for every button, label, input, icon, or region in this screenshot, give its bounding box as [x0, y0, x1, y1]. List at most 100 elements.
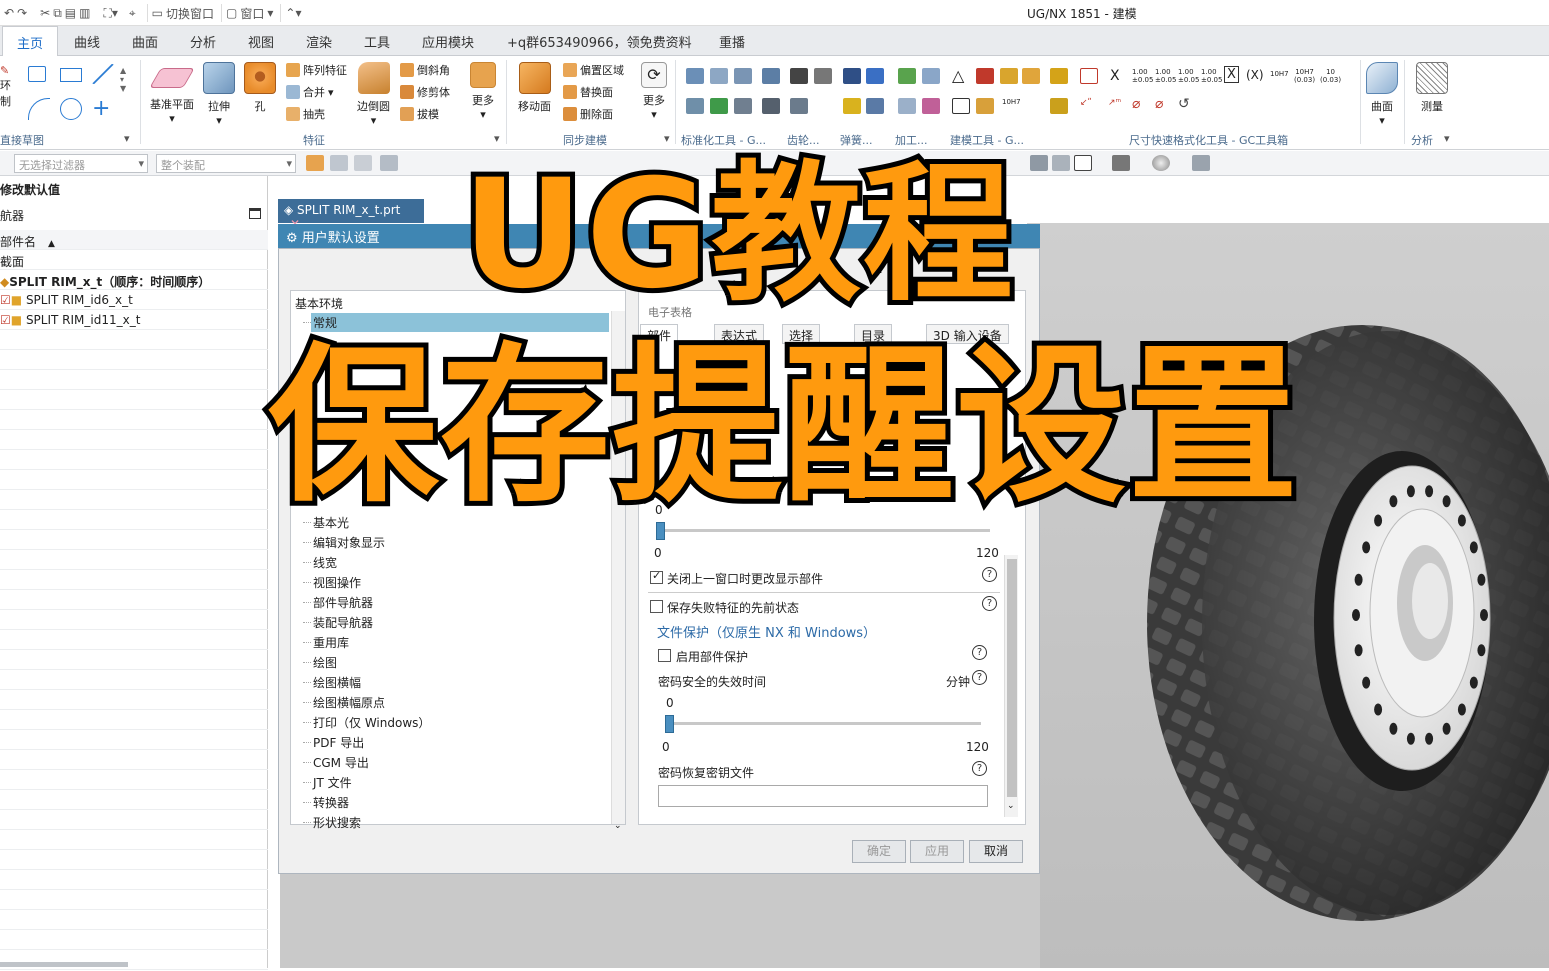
gear-tool-icon-1[interactable]	[790, 68, 808, 84]
dim-fit-icon-1[interactable]: 10H7	[1270, 70, 1289, 78]
modeling-tool-icon-1[interactable]	[976, 68, 994, 84]
window-menu-button[interactable]: ▢ 窗口 ▾	[221, 4, 277, 22]
modeling-tool-icon-2[interactable]	[1000, 68, 1018, 84]
help-icon[interactable]: ?	[972, 761, 987, 776]
modeling-tool-icon-6[interactable]: 10H7	[1002, 98, 1021, 106]
feature-more-button[interactable]: 更多 ▾	[470, 62, 496, 121]
paste-icon[interactable]: ▤	[65, 6, 76, 20]
line-icon[interactable]	[92, 64, 114, 84]
pattern-feature-button[interactable]: 阵列特征	[286, 62, 347, 78]
view-style-icon-2[interactable]	[1052, 155, 1070, 171]
tab-surface[interactable]: 曲面	[132, 32, 158, 51]
view-style-icon-1[interactable]	[1030, 155, 1048, 171]
file-tab[interactable]: ◈ SPLIT RIM_x_t.prt ✕	[278, 199, 424, 231]
tab-view[interactable]: 视图	[248, 32, 274, 51]
tree-item[interactable]: JT 文件	[313, 774, 352, 791]
draft-button[interactable]: 拔模	[400, 106, 439, 122]
dim-tool-icon-6[interactable]: ↗ᵐ	[1108, 98, 1121, 108]
command-finder-icon[interactable]: ⌖	[129, 6, 136, 21]
extrude-button[interactable]: 拉伸 ▾	[203, 62, 235, 127]
cancel-button[interactable]: 取消	[969, 840, 1023, 863]
select-face-icon[interactable]	[330, 155, 348, 171]
analysis-group-dropdown[interactable]: ▾	[1444, 132, 1450, 145]
triangle-icon[interactable]: △	[952, 66, 964, 85]
spring-tool-icon-4[interactable]	[866, 98, 884, 114]
tree-item[interactable]: 绘图横幅	[313, 674, 361, 691]
type-filter-select[interactable]: 无选择过滤器	[14, 154, 148, 173]
horizontal-scrollbar[interactable]	[0, 962, 128, 967]
rectangle-icon[interactable]	[60, 68, 82, 82]
tab-render[interactable]: 渲染	[306, 32, 332, 51]
slider1-track[interactable]	[660, 529, 990, 532]
dim-rotate-icon[interactable]: ↺	[1178, 96, 1190, 112]
sketch-scroll[interactable]: ▲ ▾ ▼	[120, 66, 126, 93]
unite-button[interactable]: 合并 ▾	[286, 84, 334, 100]
render-style-icon[interactable]	[1112, 155, 1130, 171]
sketch-partial[interactable]: ✎ 环 制	[0, 64, 11, 109]
std-tool-icon-2[interactable]	[710, 68, 728, 84]
chamfer-button[interactable]: 倒斜角	[400, 62, 450, 78]
tab-applications[interactable]: 应用模块	[422, 32, 474, 51]
dim-tol-icon-4[interactable]: 1.00 ±0.05	[1201, 68, 1222, 84]
machining-tool-icon-1[interactable]	[898, 68, 916, 84]
measure-button[interactable]: 测量	[1416, 62, 1448, 114]
tree-item[interactable]: PDF 导出	[313, 734, 364, 751]
sphere-icon[interactable]	[1152, 155, 1170, 171]
tab-home[interactable]: 主页	[2, 26, 59, 56]
profile-icon[interactable]	[28, 66, 46, 82]
shell-button[interactable]: 抽壳	[286, 106, 325, 122]
dim-x-icon[interactable]: X	[1110, 68, 1120, 84]
sketch-group-dropdown[interactable]: ▾	[124, 132, 130, 145]
maximize-icon[interactable]	[249, 208, 261, 219]
sync-more-button[interactable]: ⟳ 更多 ▾	[641, 62, 667, 121]
chevron-up-icon[interactable]: ⌃▾	[280, 4, 305, 22]
move-face-button[interactable]: 移动面	[518, 62, 551, 114]
std-tool-icon-6[interactable]	[710, 98, 728, 114]
tree-root-row[interactable]: ◆SPLIT RIM_x_t（顺序：时间顺序）	[0, 270, 268, 290]
dim-tol-icon-2[interactable]: 1.00 ±0.05	[1155, 68, 1176, 84]
dim-diameter-icon-2[interactable]: ⌀	[1155, 96, 1163, 112]
settings-scrollbar[interactable]: ⌄	[1004, 555, 1018, 817]
modeling-tool-icon-7[interactable]	[1050, 68, 1068, 84]
gear-tool-icon-2[interactable]	[814, 68, 832, 84]
copy-icon[interactable]: ⧉	[53, 6, 62, 21]
slider2-track[interactable]	[669, 722, 981, 725]
delete-face-button[interactable]: 删除面	[563, 106, 613, 122]
scroll-down-icon[interactable]: ⌄	[614, 821, 622, 831]
machining-tool-icon-2[interactable]	[922, 68, 940, 84]
fit-view-icon[interactable]	[1074, 155, 1092, 171]
machining-tool-icon-3[interactable]	[898, 98, 916, 114]
undo-icon[interactable]: ↶	[4, 6, 14, 20]
select-filter-icon[interactable]	[354, 155, 372, 171]
dim-boxed-x-icon[interactable]: X	[1224, 66, 1239, 83]
hole-button[interactable]: 孔	[244, 62, 276, 114]
help-icon[interactable]: ?	[972, 645, 987, 660]
arc-icon[interactable]	[28, 98, 50, 120]
selection-icon[interactable]: ⛶▾	[103, 6, 117, 21]
section-row[interactable]: 截面	[0, 250, 268, 270]
sync-group-dropdown[interactable]: ▾	[664, 132, 670, 145]
apply-button[interactable]: 应用	[910, 840, 964, 863]
std-tool-icon-8[interactable]	[762, 98, 780, 114]
paste-special-icon[interactable]: ▥	[79, 6, 90, 20]
tree-item[interactable]: 绘图横幅原点	[313, 694, 385, 711]
dim-paren-x-icon[interactable]: (X)	[1246, 68, 1264, 82]
ok-button[interactable]: 确定	[852, 840, 906, 863]
spring-tool-icon-3[interactable]	[843, 98, 861, 114]
tree-child-row[interactable]: ☑■ SPLIT RIM_id11_x_t	[0, 310, 268, 330]
dim-tool-icon-1[interactable]	[1080, 68, 1098, 84]
tree-item[interactable]: 形状搜索	[313, 814, 361, 831]
spring-tool-icon-1[interactable]	[843, 68, 861, 84]
tab-tools[interactable]: 工具	[364, 32, 390, 51]
edge-blend-button[interactable]: 边倒圆 ▾	[357, 62, 390, 127]
dim-tool-icon-5[interactable]: ↙ʺ	[1080, 98, 1092, 108]
feature-group-dropdown[interactable]: ▾	[494, 132, 500, 145]
dim-diameter-icon[interactable]: ⌀	[1132, 96, 1140, 112]
checkbox-checked-icon[interactable]: ☑	[0, 293, 11, 307]
offset-region-button[interactable]: 偏置区域	[563, 62, 624, 78]
column-header[interactable]: 部件名 ▲	[0, 230, 268, 250]
tree-item[interactable]: 打印（仅 Windows）	[313, 714, 430, 731]
slider2-thumb[interactable]	[665, 715, 674, 733]
recovery-key-input[interactable]	[658, 785, 988, 807]
std-tool-icon-3[interactable]	[734, 68, 752, 84]
